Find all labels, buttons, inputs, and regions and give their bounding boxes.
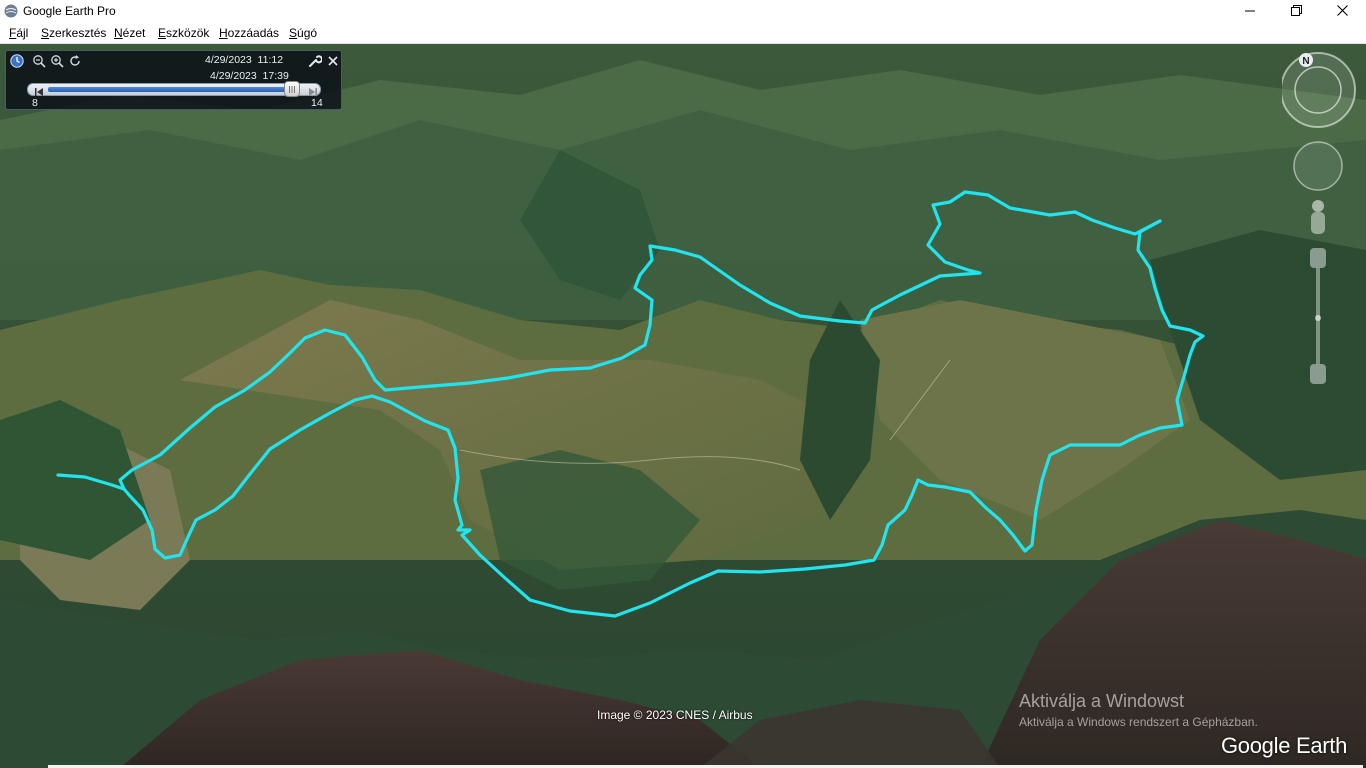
window-title: Google Earth Pro	[23, 4, 116, 18]
close-window-button[interactable]	[1319, 0, 1365, 23]
menu-view[interactable]: Nézet	[114, 26, 145, 40]
menu-file[interactable]: Fájl	[9, 26, 28, 40]
end-time-label: 4/29/2023 17:39	[210, 70, 289, 82]
title-bar: Google Earth Pro	[0, 0, 1366, 23]
activation-watermark-subtitle: Aktiválja a Windows rendszert a Gépházba…	[1019, 715, 1258, 729]
minimize-button[interactable]	[1227, 0, 1273, 23]
compass-icon: N	[1280, 52, 1356, 128]
time-slider-thumb[interactable]	[284, 81, 300, 97]
skip-forward-icon[interactable]	[308, 84, 322, 98]
close-icon[interactable]	[326, 54, 340, 68]
start-time-label: 4/29/2023 11:12	[205, 54, 284, 66]
zoom-slider-icon	[1310, 248, 1326, 384]
time-slider-panel: 4/29/2023 11:12 4/29/2023 17:39 8 14	[5, 50, 342, 110]
maximize-icon	[1290, 3, 1302, 21]
clock-icon[interactable]	[10, 54, 24, 68]
menu-edit[interactable]: Szerkesztés	[41, 26, 106, 40]
maximize-button[interactable]	[1273, 0, 1319, 23]
compass-north-label: N	[1302, 56, 1309, 67]
navigation-controls: N	[1280, 50, 1362, 390]
terrain-imagery	[0, 44, 1366, 768]
map-viewport[interactable]: Image © 2023 CNES / Airbus Aktiválja a W…	[0, 44, 1366, 768]
menu-bar: Fájl Szerkesztés Nézet Eszközök Hozzáadá…	[0, 23, 1366, 44]
wrench-icon[interactable]	[308, 54, 323, 68]
menu-add[interactable]: Hozzáadás	[219, 26, 279, 40]
time-slider-fill	[48, 87, 286, 92]
pegman-icon	[1311, 200, 1325, 234]
minimize-icon	[1245, 3, 1255, 21]
refresh-icon[interactable]	[68, 54, 82, 68]
look-joystick-icon	[1293, 141, 1343, 191]
google-earth-logo: Google Earth	[1221, 733, 1348, 758]
slider-min-label: 8	[32, 97, 38, 109]
skip-back-icon[interactable]	[34, 84, 48, 98]
zoom-out-icon[interactable]	[32, 54, 46, 68]
slider-max-label: 14	[311, 97, 323, 109]
menu-help[interactable]: Súgó	[289, 26, 317, 40]
imagery-credit: Image © 2023 CNES / Airbus	[597, 708, 753, 722]
zoom-in-icon[interactable]	[50, 54, 64, 68]
close-icon	[1336, 3, 1348, 21]
activation-watermark-title: Aktiválja a Windowst	[1019, 691, 1185, 711]
menu-tools[interactable]: Eszközök	[158, 26, 209, 40]
google-earth-icon	[4, 4, 18, 18]
